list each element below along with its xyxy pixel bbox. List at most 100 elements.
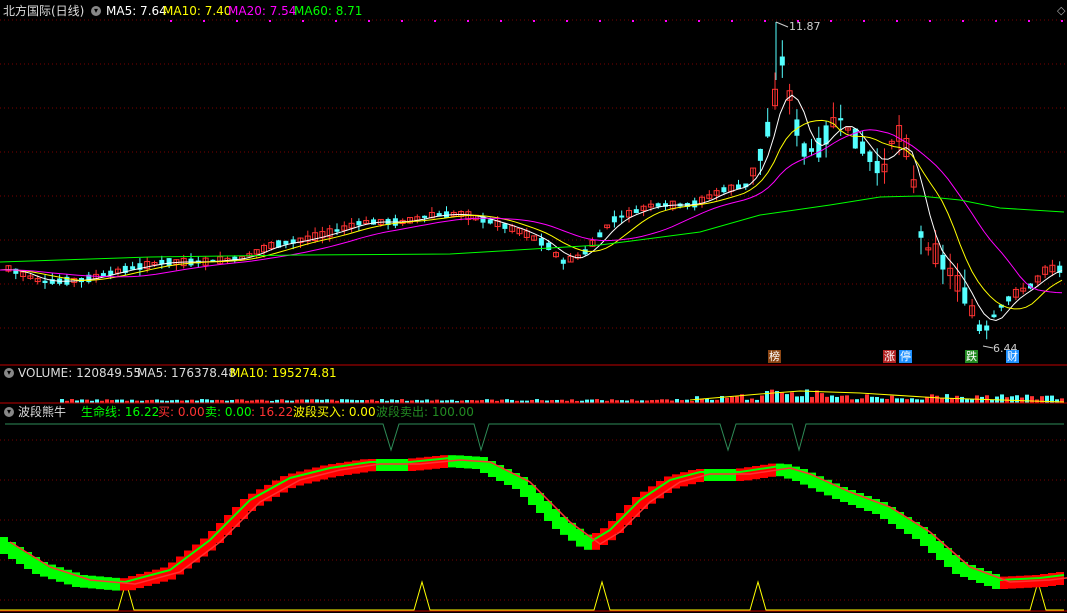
- marker-dot: [731, 20, 733, 22]
- volume-bar: [940, 398, 944, 403]
- volume-bar: [790, 392, 794, 403]
- ma10-line: [0, 119, 1063, 310]
- volume-bar: [665, 399, 669, 403]
- candle-body: [779, 56, 785, 66]
- candle-body: [860, 141, 866, 154]
- volume-bar: [60, 399, 64, 403]
- diamond-icon[interactable]: ◇: [1057, 4, 1065, 18]
- volume-bar: [590, 399, 594, 403]
- high-pointer: [775, 21, 789, 28]
- ma10-value: MA10: 7.40: [163, 4, 232, 18]
- volume-bar: [1010, 396, 1014, 403]
- volume-bar: [965, 398, 969, 403]
- volume-bar: [205, 399, 209, 403]
- candle-body: [976, 324, 982, 332]
- dropdown-icon[interactable]: ▾: [4, 407, 14, 417]
- wave-block: [88, 575, 96, 589]
- marker-dot: [962, 20, 964, 22]
- volume-bar: [835, 396, 839, 403]
- wave-block: [472, 456, 480, 469]
- dropdown-icon[interactable]: ▾: [91, 6, 101, 16]
- marker-dot: [302, 20, 304, 22]
- tag-limit-up[interactable]: 涨: [883, 350, 896, 363]
- main-header: 北方国际(日线) ▾ MA5: 7.64 MA10: 7.40 MA20: 7.…: [0, 4, 1067, 20]
- marker-dot: [995, 20, 997, 22]
- marker-dot: [467, 20, 469, 22]
- volume-bar: [485, 399, 489, 403]
- tag-halt[interactable]: 停: [899, 350, 912, 363]
- volume-bar: [955, 395, 959, 403]
- wave-block: [480, 457, 488, 473]
- wave-block: [96, 576, 104, 590]
- marker-dot: [1061, 20, 1063, 22]
- marker-dot: [764, 20, 766, 22]
- candle-body: [918, 231, 924, 238]
- volume-bar: [1000, 394, 1004, 403]
- volume-bar: [885, 398, 889, 403]
- wave-block: [104, 577, 112, 590]
- volume-bar: [820, 393, 824, 403]
- ma5-line: [0, 94, 1063, 322]
- volume-bar: [840, 395, 844, 403]
- indicator-panel: [0, 423, 1067, 611]
- volume-bar: [750, 398, 754, 403]
- volume-bar: [95, 399, 99, 403]
- marker-dot: [500, 20, 502, 22]
- volume-bar: [535, 399, 539, 403]
- volume-bar: [760, 395, 764, 403]
- buy-value: 买: 0.00: [158, 405, 205, 419]
- dropdown-icon[interactable]: ▾: [4, 368, 14, 378]
- volume-bar: [105, 399, 109, 403]
- marker-dot: [698, 20, 700, 22]
- signal-line: [5, 423, 1064, 452]
- volume-bar: [300, 399, 304, 403]
- volume-bar: [390, 399, 394, 403]
- volume-ma10: MA10: 195274.81: [230, 366, 337, 380]
- volume-value: VOLUME: 120849.55: [18, 366, 141, 380]
- tag-list[interactable]: 榜: [768, 350, 781, 363]
- high-price-label: 11.87: [789, 20, 821, 33]
- volume-bar: [70, 399, 74, 403]
- indicator-name: 波段熊牛: [18, 405, 67, 419]
- candle-body: [582, 249, 588, 255]
- band-buy-value: 波段买入: 0.00: [293, 405, 376, 419]
- volume-bar: [935, 395, 939, 403]
- volume-bar: [865, 394, 869, 403]
- volume-bar: [660, 399, 664, 403]
- kline-chart[interactable]: [0, 0, 1067, 613]
- ma60-line: [0, 195, 1065, 263]
- moving-average-lines: [0, 94, 1065, 322]
- volume-bar: [915, 399, 919, 403]
- volume-bar: [875, 396, 879, 403]
- volume-bar: [980, 396, 984, 403]
- wave-block: [680, 472, 688, 487]
- volume-bar: [200, 399, 204, 403]
- candle-body: [42, 280, 48, 284]
- tag-limit-down[interactable]: 跌: [965, 350, 978, 363]
- candle-body: [721, 187, 727, 193]
- wave-block: [784, 464, 792, 479]
- wave-block: [720, 469, 728, 481]
- wave-block: [296, 471, 304, 486]
- tag-finance[interactable]: 财: [1006, 350, 1019, 363]
- wave-block: [152, 569, 160, 584]
- wave-block: [136, 573, 144, 589]
- volume-bar: [120, 399, 124, 403]
- volume-bar: [770, 389, 774, 403]
- volume-bar: [490, 399, 494, 403]
- ma20-value: MA20: 7.54: [228, 4, 297, 18]
- candle-body: [422, 215, 428, 218]
- volume-bar: [400, 399, 404, 403]
- stock-title: 北方国际(日线): [3, 4, 85, 18]
- volume-bar: [785, 394, 789, 403]
- ma60-value: MA60: 8.71: [294, 4, 363, 18]
- candle-body: [597, 232, 603, 238]
- candle-body: [655, 203, 661, 207]
- wave-block: [320, 465, 328, 480]
- volume-bar: [855, 399, 859, 403]
- volume-bar: [1055, 399, 1059, 403]
- volume-header: ▾ VOLUME: 120849.55 MA5: 176378.48 MA10:…: [0, 366, 1067, 382]
- candle-body: [546, 242, 552, 250]
- volume-bar: [425, 399, 429, 403]
- candle-body: [757, 148, 763, 161]
